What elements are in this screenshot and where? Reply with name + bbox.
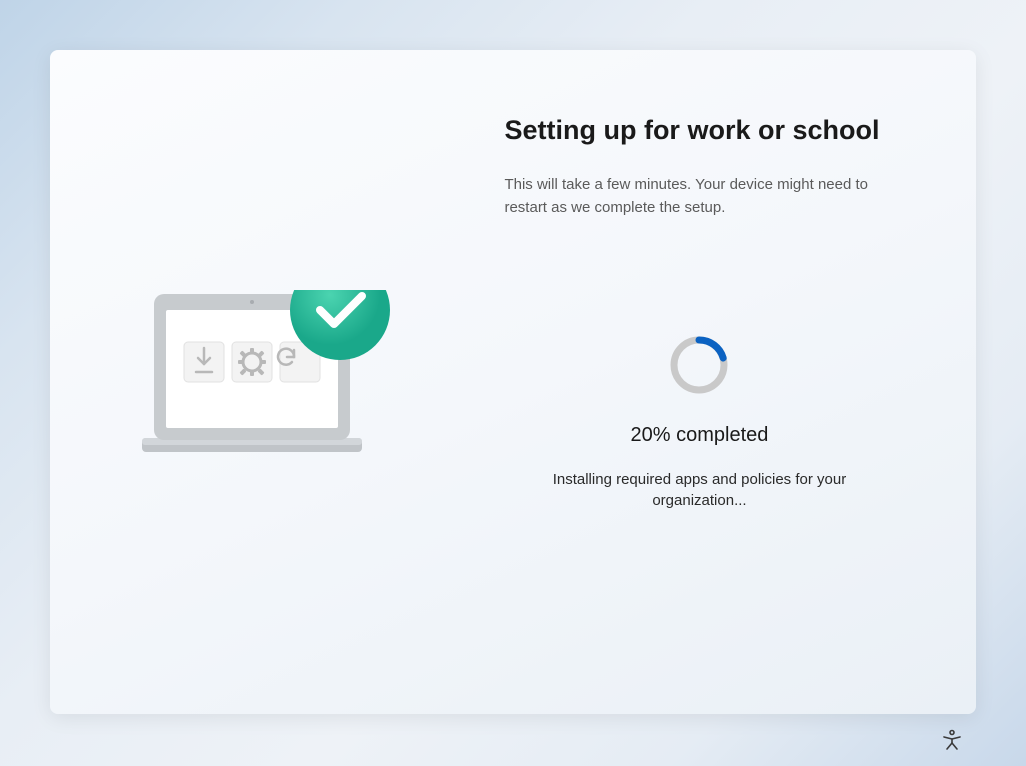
- progress-spinner-icon: [668, 334, 730, 396]
- content-panel: Setting up for work or school This will …: [494, 50, 976, 714]
- progress-percent-label: 20% completed: [631, 424, 769, 447]
- setup-card: Setting up for work or school This will …: [50, 50, 976, 714]
- illustration-panel: [50, 50, 494, 714]
- laptop-illustration: [142, 290, 402, 475]
- page-subtitle: This will take a few minutes. Your devic…: [504, 174, 894, 219]
- progress-section: 20% completed Installing required apps a…: [504, 334, 894, 511]
- page-title: Setting up for work or school: [504, 115, 936, 146]
- accessibility-icon[interactable]: [940, 728, 964, 752]
- status-label: Installing required apps and policies fo…: [549, 469, 849, 511]
